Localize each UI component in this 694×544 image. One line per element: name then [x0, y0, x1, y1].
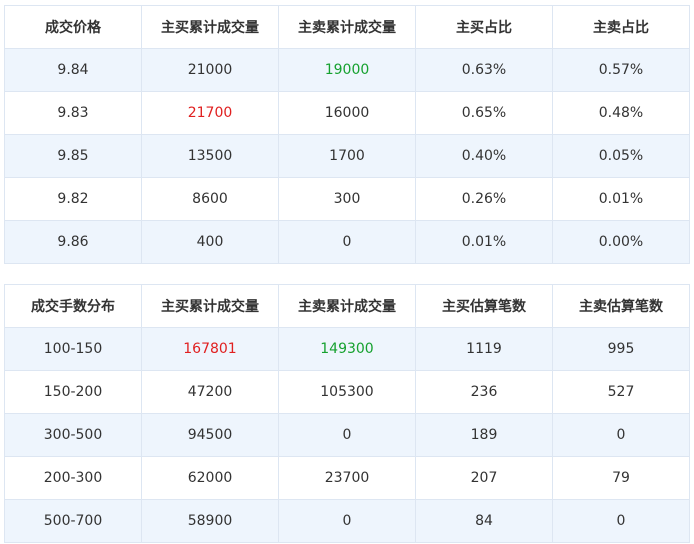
table-cell: 0.65%: [415, 91, 553, 135]
header-active-sell-volume: 主卖累计成交量: [278, 5, 416, 49]
table-cell: 207: [415, 456, 553, 500]
table-cell: 105300: [278, 370, 416, 414]
table-cell: 300-500: [4, 413, 142, 457]
table-cell: 23700: [278, 456, 416, 500]
table-row: 9.83 21700 16000 0.65% 0.48%: [4, 91, 690, 135]
table-cell: 9.86: [4, 220, 142, 264]
table-cell: 200-300: [4, 456, 142, 500]
header-active-sell-volume: 主卖累计成交量: [278, 284, 416, 328]
table-cell: 21000: [141, 48, 279, 92]
header-active-sell-ratio: 主卖占比: [552, 5, 690, 49]
table-cell: 995: [552, 327, 690, 371]
table-row: 150-200 47200 105300 236 527: [4, 370, 690, 414]
table-row: 300-500 94500 0 189 0: [4, 413, 690, 457]
table-cell: 19000: [278, 48, 416, 92]
table-cell: 21700: [141, 91, 279, 135]
header-lot-size-range: 成交手数分布: [4, 284, 142, 328]
table-cell: 47200: [141, 370, 279, 414]
table-cell: 0: [278, 413, 416, 457]
table-cell: 300: [278, 177, 416, 221]
table-cell: 0.01%: [415, 220, 553, 264]
table-row: 100-150 167801 149300 1119 995: [4, 327, 690, 371]
table-cell: 0.48%: [552, 91, 690, 135]
table-row: 9.82 8600 300 0.26% 0.01%: [4, 177, 690, 221]
header-active-buy-count: 主买估算笔数: [415, 284, 553, 328]
table-cell: 236: [415, 370, 553, 414]
table-cell: 79: [552, 456, 690, 500]
table-cell: 0: [278, 499, 416, 543]
table-cell: 0: [552, 499, 690, 543]
table-cell: 62000: [141, 456, 279, 500]
table-cell: 149300: [278, 327, 416, 371]
page: 成交价格 主买累计成交量 主卖累计成交量 主买占比 主卖占比 9.84 2100…: [0, 0, 694, 544]
table-cell: 0.57%: [552, 48, 690, 92]
table-cell: 94500: [141, 413, 279, 457]
table-cell: 0.63%: [415, 48, 553, 92]
table-cell: 9.85: [4, 134, 142, 178]
table-header-row: 成交价格 主买累计成交量 主卖累计成交量 主买占比 主卖占比: [4, 5, 690, 49]
header-active-buy-volume: 主买累计成交量: [141, 284, 279, 328]
table-cell: 16000: [278, 91, 416, 135]
table-cell: 100-150: [4, 327, 142, 371]
table-cell: 0.40%: [415, 134, 553, 178]
table-row: 9.86 400 0 0.01% 0.00%: [4, 220, 690, 264]
header-active-buy-volume: 主买累计成交量: [141, 5, 279, 49]
table-cell: 9.82: [4, 177, 142, 221]
header-active-sell-count: 主卖估算笔数: [552, 284, 690, 328]
table-cell: 8600: [141, 177, 279, 221]
table-cell: 1700: [278, 134, 416, 178]
price-distribution-table: 成交价格 主买累计成交量 主卖累计成交量 主买占比 主卖占比 9.84 2100…: [4, 5, 690, 264]
table-cell: 58900: [141, 499, 279, 543]
table-cell: 189: [415, 413, 553, 457]
table-row: 200-300 62000 23700 207 79: [4, 456, 690, 500]
table-cell: 84: [415, 499, 553, 543]
table-cell: 150-200: [4, 370, 142, 414]
table-cell: 0: [278, 220, 416, 264]
table-cell: 9.83: [4, 91, 142, 135]
table-cell: 500-700: [4, 499, 142, 543]
table-cell: 0.26%: [415, 177, 553, 221]
table-cell: 167801: [141, 327, 279, 371]
header-active-buy-ratio: 主买占比: [415, 5, 553, 49]
table-cell: 0: [552, 413, 690, 457]
table-cell: 400: [141, 220, 279, 264]
table-cell: 13500: [141, 134, 279, 178]
table-row: 500-700 58900 0 84 0: [4, 499, 690, 543]
table-cell: 0.00%: [552, 220, 690, 264]
table-cell: 0.01%: [552, 177, 690, 221]
table-header-row: 成交手数分布 主买累计成交量 主卖累计成交量 主买估算笔数 主卖估算笔数: [4, 284, 690, 328]
table-row: 9.85 13500 1700 0.40% 0.05%: [4, 134, 690, 178]
header-price: 成交价格: [4, 5, 142, 49]
lot-size-distribution-table: 成交手数分布 主买累计成交量 主卖累计成交量 主买估算笔数 主卖估算笔数 100…: [4, 284, 690, 543]
table-cell: 9.84: [4, 48, 142, 92]
table-cell: 1119: [415, 327, 553, 371]
table-cell: 0.05%: [552, 134, 690, 178]
table-row: 9.84 21000 19000 0.63% 0.57%: [4, 48, 690, 92]
table-cell: 527: [552, 370, 690, 414]
